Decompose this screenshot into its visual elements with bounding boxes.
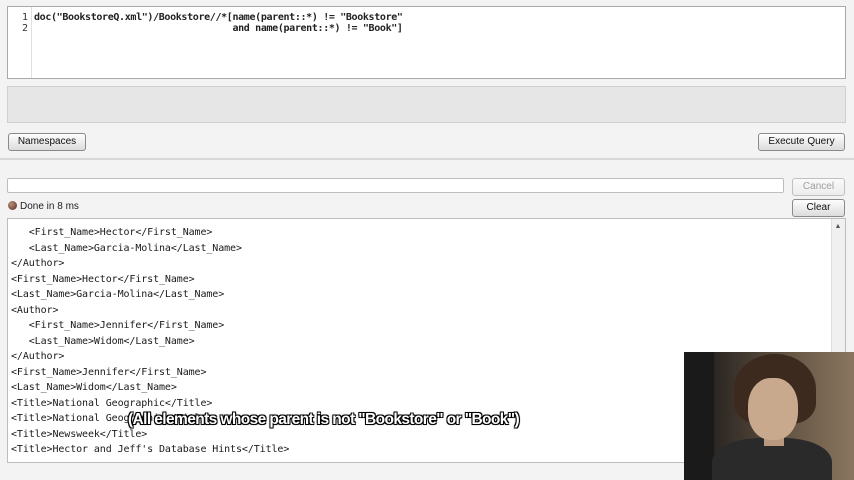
progress-bar	[7, 178, 784, 193]
result-line: </Author>	[11, 351, 65, 362]
video-caption: (All elements whose parent is not "Books…	[128, 411, 520, 428]
result-line: <Title>National Geographic</Title>	[11, 397, 213, 409]
line-number: 1	[21, 12, 28, 23]
cancel-button[interactable]: Cancel	[792, 178, 845, 196]
result-line: </Author>	[11, 258, 65, 269]
result-line: <Last_Name>Garcia-Molina</Last_Name>	[11, 289, 225, 300]
query-editor[interactable]: 1 2 doc("BookstoreQ.xml")/Bookstore//*[n…	[7, 6, 846, 79]
execute-query-button[interactable]: Execute Query	[758, 133, 845, 151]
result-line: <Last_Name>Widom</Last_Name>	[11, 335, 195, 347]
divider	[0, 158, 854, 160]
query-line[interactable]: and name(parent::*) != "Book"]	[34, 23, 402, 34]
result-line: <Title>Newsweek</Title>	[11, 428, 148, 440]
result-line: <Author>	[11, 304, 59, 316]
result-line: <First_Name>Jennifer</First_Name>	[11, 366, 207, 378]
result-line: <First_Name>Hector</First_Name>	[11, 227, 213, 238]
result-line: <First_Name>Hector</First_Name>	[11, 273, 195, 285]
query-line[interactable]: doc("BookstoreQ.xml")/Bookstore//*[name(…	[34, 12, 403, 23]
scroll-up-arrow-icon[interactable]: ▲	[833, 222, 843, 232]
result-line: <First_Name>Jennifer</First_Name>	[11, 320, 225, 331]
message-area	[7, 86, 846, 123]
presenter-webcam	[684, 352, 854, 480]
status-text: Done in 8 ms	[20, 201, 79, 212]
namespaces-button[interactable]: Namespaces	[8, 133, 86, 151]
status-line: Done in 8 ms	[8, 201, 79, 212]
result-line: <Title>Hector and Jeff's Database Hints<…	[11, 444, 290, 455]
result-line: <Last_Name>Widom</Last_Name>	[11, 382, 177, 393]
line-number: 2	[21, 23, 28, 34]
result-line: <Last_Name>Garcia-Molina</Last_Name>	[11, 242, 242, 254]
status-icon	[8, 201, 17, 210]
line-number-gutter: 1 2	[8, 7, 32, 78]
clear-button[interactable]: Clear	[792, 199, 845, 217]
